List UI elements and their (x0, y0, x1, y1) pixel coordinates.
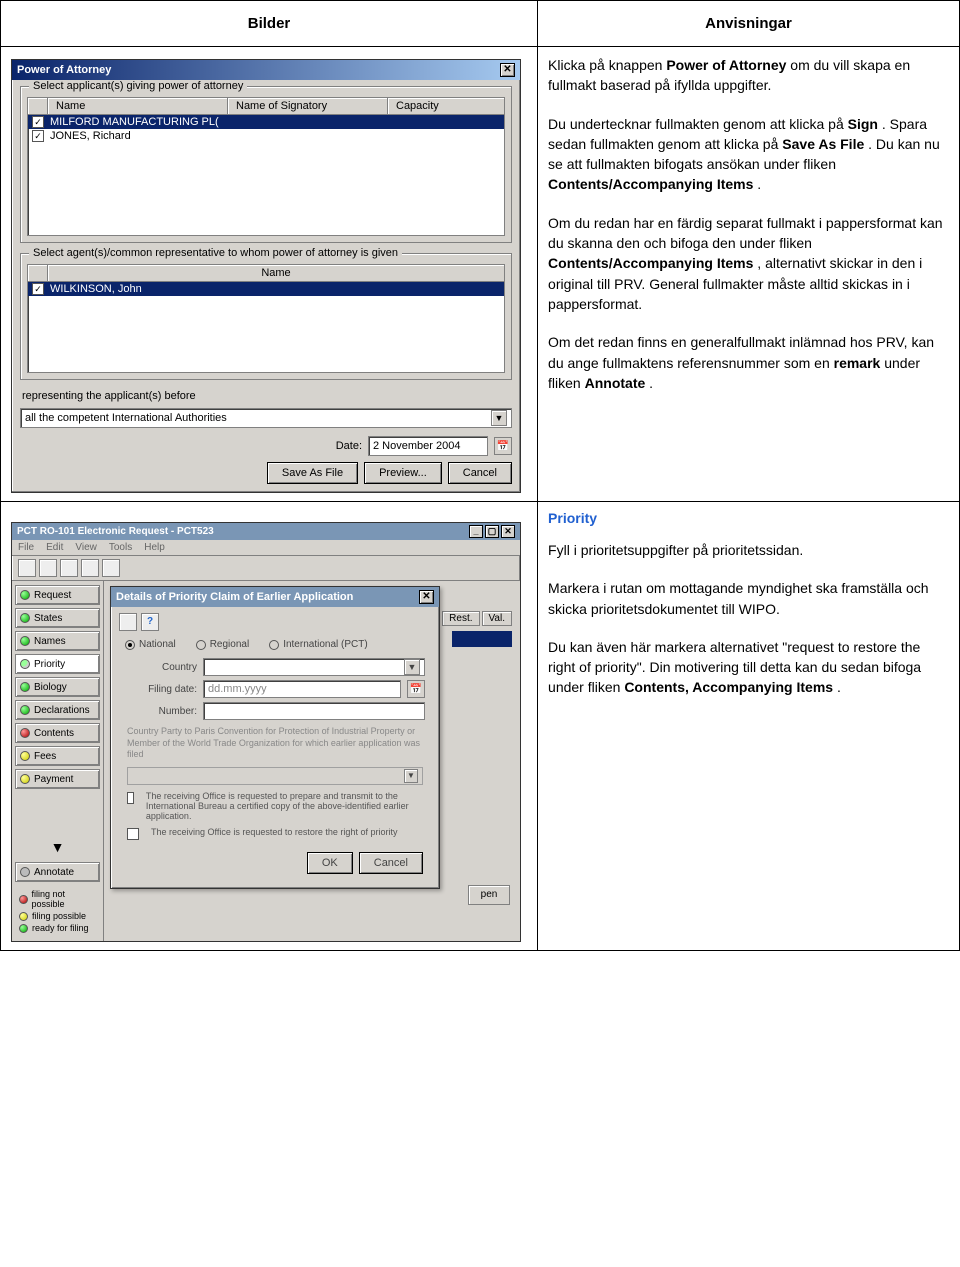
section-title-priority: Priority (548, 510, 949, 526)
menu-bar: File Edit View Tools Help (12, 540, 520, 556)
toolbar-icon[interactable] (119, 613, 137, 631)
agents-table: Name ✓ WILKINSON, John (27, 264, 505, 373)
date-label: Date: (336, 440, 362, 452)
applicants-table: Name Name of Signatory Capacity ✓ MILFOR… (27, 97, 505, 236)
col-name: Name (48, 98, 228, 114)
radio-international[interactable]: International (PCT) (269, 639, 367, 650)
priority-details-dialog: Details of Priority Claim of Earlier App… (110, 586, 440, 889)
minimize-icon[interactable]: _ (469, 525, 483, 538)
ok-button[interactable]: OK (307, 852, 353, 874)
instructions-1: Klicka på knappen Power of Attorney om d… (538, 47, 960, 502)
side-panel: Request States Names Priority Biology De… (12, 581, 104, 941)
menu-edit[interactable]: Edit (46, 542, 63, 553)
priority-dialog-title: Details of Priority Claim of Earlier App… (116, 591, 353, 603)
poa-group1-legend: Select applicant(s) giving power of atto… (29, 80, 247, 92)
window-controls: _ ▢ ✕ (469, 525, 515, 538)
sidebar-item-request[interactable]: Request (15, 585, 100, 605)
menu-view[interactable]: View (75, 542, 97, 553)
country-dropdown[interactable]: ▼ (203, 658, 425, 676)
chk-restore-priority: The receiving Office is requested to res… (151, 827, 397, 837)
disabled-dropdown: ▼ (127, 767, 423, 785)
checkbox-icon[interactable] (127, 792, 134, 804)
toolbar (12, 556, 520, 581)
col-rest: Rest. (442, 611, 479, 626)
cancel-button[interactable]: Cancel (359, 852, 423, 874)
chevron-down-icon[interactable]: ▼ (404, 659, 420, 675)
menu-help[interactable]: Help (144, 542, 165, 553)
save-as-file-button[interactable]: Save As File (267, 462, 358, 484)
poa-group2-legend: Select agent(s)/common representative to… (29, 247, 402, 259)
table-row[interactable]: ✓ JONES, Richard (28, 129, 504, 143)
cancel-button[interactable]: Cancel (448, 462, 512, 484)
sidebar-item-biology[interactable]: Biology (15, 677, 100, 697)
sidebar-item-fees[interactable]: Fees (15, 746, 100, 766)
filing-legend: filing not possible filing possible read… (15, 885, 100, 937)
selected-row-strip (452, 631, 512, 647)
table-row[interactable]: ✓ WILKINSON, John (28, 282, 504, 296)
pct-title: PCT RO-101 Electronic Request - PCT523 (17, 526, 214, 537)
help-icon[interactable]: ? (141, 613, 159, 631)
chevron-down-icon: ▼ (404, 769, 418, 783)
menu-tools[interactable]: Tools (109, 542, 132, 553)
toolbar-icon[interactable] (81, 559, 99, 577)
toolbar-icon[interactable] (102, 559, 120, 577)
chevron-down-icon[interactable]: ▼ (491, 410, 507, 426)
checkbox-icon[interactable]: ✓ (32, 283, 44, 295)
hint-text: Country Party to Paris Convention for Pr… (127, 726, 423, 761)
col-signatory: Name of Signatory (228, 98, 388, 114)
calendar-icon[interactable]: 📅 (407, 680, 425, 698)
label-country: Country (125, 662, 197, 673)
scroll-down-icon[interactable]: ▼ (15, 839, 100, 855)
calendar-icon[interactable]: 📅 (494, 437, 512, 455)
chk-prepare-transmit: The receiving Office is requested to pre… (146, 791, 423, 821)
instructions-2: Priority Fyll i prioritetsuppgifter på p… (538, 502, 960, 951)
table-row[interactable]: ✓ MILFORD MANUFACTURING PL( (28, 115, 504, 129)
header-bilder: Bilder (1, 1, 538, 47)
toolbar-icon[interactable] (39, 559, 57, 577)
sidebar-item-names[interactable]: Names (15, 631, 100, 651)
col-name: Name (48, 265, 504, 281)
number-input[interactable] (203, 702, 425, 720)
sidebar-item-contents[interactable]: Contents (15, 723, 100, 743)
radio-national[interactable]: National (125, 639, 176, 650)
sidebar-item-annotate[interactable]: Annotate (15, 862, 100, 882)
checkbox-icon[interactable]: ✓ (32, 116, 44, 128)
sidebar-item-states[interactable]: States (15, 608, 100, 628)
close-icon[interactable]: ✕ (419, 590, 434, 604)
toolbar-icon[interactable] (60, 559, 78, 577)
poa-title: Power of Attorney (17, 64, 111, 76)
authorities-dropdown[interactable]: all the competent International Authorit… (20, 408, 512, 428)
open-button[interactable]: pen (468, 885, 510, 905)
menu-file[interactable]: File (18, 542, 34, 553)
pct-window: PCT RO-101 Electronic Request - PCT523 _… (11, 522, 521, 942)
sidebar-item-payment[interactable]: Payment (15, 769, 100, 789)
sidebar-item-declarations[interactable]: Declarations (15, 700, 100, 720)
checkbox-icon[interactable]: ✓ (32, 130, 44, 142)
maximize-icon[interactable]: ▢ (485, 525, 499, 538)
filing-date-input[interactable]: dd.mm.yyyy (203, 680, 401, 698)
label-filing-date: Filing date: (125, 684, 197, 695)
checkbox-icon[interactable] (127, 828, 139, 840)
col-val: Val. (482, 611, 513, 626)
preview-button[interactable]: Preview... (364, 462, 442, 484)
rep-label: representing the applicant(s) before (22, 390, 510, 402)
radio-regional[interactable]: Regional (196, 639, 249, 650)
header-anvisningar: Anvisningar (538, 1, 960, 47)
toolbar-icon[interactable] (18, 559, 36, 577)
label-number: Number: (125, 706, 197, 717)
poa-dialog: Power of Attorney ✕ Select applicant(s) … (11, 59, 521, 493)
date-input[interactable]: 2 November 2004 (368, 436, 488, 456)
close-icon[interactable]: ✕ (500, 63, 515, 77)
col-capacity: Capacity (388, 98, 504, 114)
close-icon[interactable]: ✕ (501, 525, 515, 538)
sidebar-item-priority[interactable]: Priority (15, 654, 100, 674)
